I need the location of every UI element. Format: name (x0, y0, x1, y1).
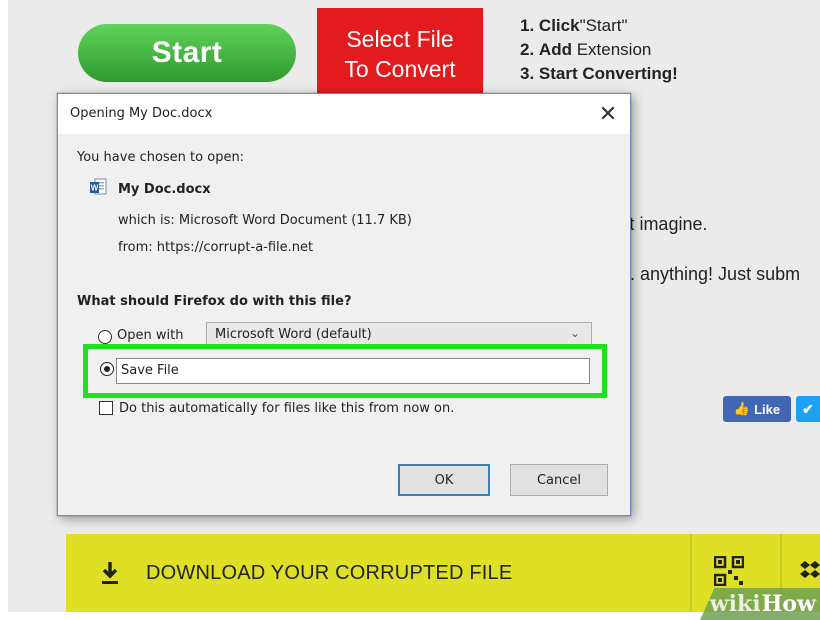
save-file-label[interactable]: Save File (121, 363, 179, 378)
download-label[interactable]: DOWNLOAD YOUR CORRUPTED FILE (146, 562, 512, 585)
wikihow-watermark: wiki How (700, 588, 820, 620)
qr-code-icon[interactable] (714, 556, 744, 586)
cancel-button[interactable]: Cancel (510, 464, 608, 496)
dialog-title: Opening My Doc.docx (70, 106, 213, 121)
open-file-dialog: Opening My Doc.docx ✕ You have chosen to… (57, 93, 631, 516)
auto-checkbox[interactable] (99, 401, 113, 415)
watermark-how: How (761, 591, 816, 617)
action-question: What should Firefox do with this file? (77, 294, 352, 309)
step-item: 3. Start Converting! (520, 64, 678, 83)
watermark-wiki: wiki (709, 591, 761, 617)
select-file-line2: To Convert (344, 56, 456, 82)
twitter-bird-icon: ✔ (802, 400, 814, 417)
twitter-button[interactable]: ✔ (796, 396, 820, 422)
download-arrow-icon (102, 562, 118, 584)
partial-body-text: . anything! Just subm (630, 264, 801, 284)
svg-text:W: W (91, 184, 99, 193)
web-page: Start Select File To Convert 1. Click"St… (0, 0, 820, 620)
file-name: My Doc.docx (118, 182, 211, 197)
dropbox-icon[interactable] (800, 558, 820, 584)
auto-checkbox-label[interactable]: Do this automatically for files like thi… (119, 401, 454, 416)
save-file-option[interactable] (116, 358, 590, 384)
divider (690, 534, 692, 612)
step-item: 2. Add Extension (520, 40, 652, 59)
facebook-like-button[interactable]: 👍 Like (723, 396, 791, 422)
step-item: 1. Click"Start" (520, 16, 628, 35)
ok-button[interactable]: OK (398, 464, 490, 496)
dialog-titlebar[interactable]: Opening My Doc.docx ✕ (58, 94, 630, 134)
steps-list: 1. Click"Start" 2. Add Extension 3. Star… (520, 14, 678, 86)
chosen-label: You have chosen to open: (77, 150, 245, 165)
save-file-radio[interactable] (100, 362, 114, 376)
open-with-radio[interactable] (98, 330, 112, 344)
file-type-info: which is: Microsoft Word Document (11.7 … (118, 213, 412, 228)
application-select[interactable]: Microsoft Word (default) (206, 322, 592, 346)
select-file-line1: Select File (346, 26, 454, 52)
open-with-label[interactable]: Open with (117, 328, 183, 343)
chevron-down-icon[interactable]: ⌄ (570, 326, 580, 340)
thumbs-up-icon: 👍 (733, 401, 751, 416)
word-document-icon: W (90, 178, 107, 195)
like-label: Like (754, 401, 781, 417)
close-icon[interactable]: ✕ (594, 100, 622, 128)
select-file-button[interactable]: Select File To Convert (317, 8, 483, 100)
partial-body-text: 't imagine. (626, 214, 708, 234)
file-source-url: from: https://corrupt-a-file.net (118, 240, 314, 255)
start-button[interactable]: Start (78, 24, 296, 82)
